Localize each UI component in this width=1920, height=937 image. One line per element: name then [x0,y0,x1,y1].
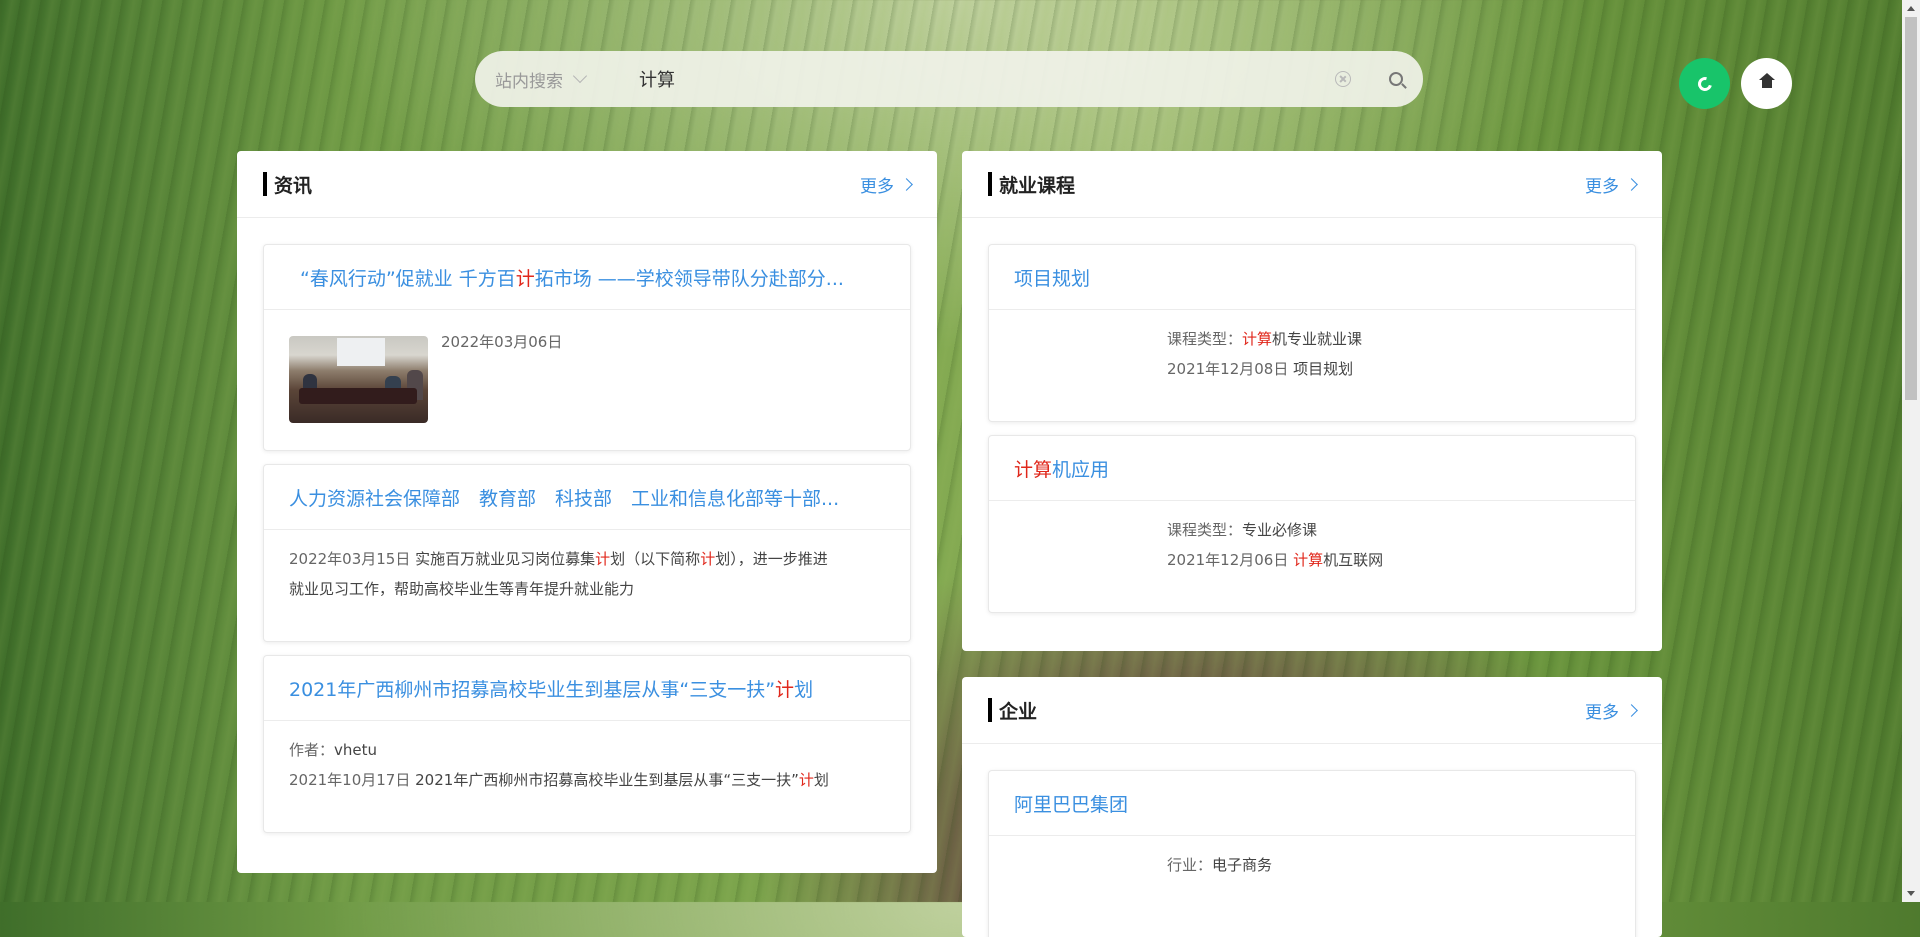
search-input[interactable] [637,67,1335,91]
title-accent-bar [988,698,992,722]
companies-panel-title-wrap: 企业 [988,697,1037,724]
news-card-title[interactable]: 人力资源社会保障部 教育部 科技部 工业和信息化部等十部... [264,465,910,530]
course-card[interactable]: 计算 机应用 课程类型：专业必修课 2021年12月06日 计算机互联网 [988,435,1636,613]
course-type-label: 课程类型： [1167,521,1243,539]
news-snippet: 就业见习工作，帮助高校毕业生等青年提升就业能力 [289,580,635,598]
course-date: 2021年12月08日 [1167,360,1289,378]
clear-icon[interactable] [1335,71,1351,87]
news-title-text: 2021年广西柳州市招募高校毕业生到基层从事“三支一扶” [289,678,776,701]
course-card[interactable]: 项目规划 课程类型：计算机专业就业课 2021年12月08日 项目规划 [988,244,1636,422]
course-desc: 机互联网 [1323,551,1384,569]
news-panel-header: 资讯 更多 [237,151,937,218]
companies-panel: 企业 更多 阿里巴巴集团 行业：电子商务 [962,677,1662,937]
course-card-title[interactable]: 计算 机应用 [989,436,1635,501]
course-type-label: 课程类型： [1167,330,1243,348]
scrollbar-thumb[interactable] [1905,17,1917,400]
news-title-text: 划 [794,678,814,701]
companies-more-label: 更多 [1585,702,1619,723]
companies-panel-header: 企业 更多 [962,677,1662,744]
course-card-body: 课程类型：专业必修课 2021年12月06日 计算机互联网 [989,501,1635,575]
keyword-highlight: 计 [515,267,535,290]
news-date: 2022年03月15日 [289,550,411,568]
news-title-text: “春风行动”促就业 千方百 [300,267,516,290]
news-card[interactable]: 人力资源社会保障部 教育部 科技部 工业和信息化部等十部... 2022年03月… [263,464,911,642]
industry-label: 行业： [1167,856,1213,874]
search-bar: 站内搜索 [475,51,1423,107]
course-type-value: 专业必修课 [1242,521,1318,539]
search-scope-select[interactable]: 站内搜索 [495,67,613,92]
courses-panel-title: 就业课程 [999,174,1076,197]
news-more-link[interactable]: 更多 [860,172,913,197]
scroll-down-arrow-icon[interactable] [1907,891,1915,896]
news-snippet: 划 [813,771,829,789]
industry-value: 电子商务 [1212,856,1273,874]
courses-panel-header: 就业课程 更多 [962,151,1662,218]
keyword-highlight: 计 [775,678,795,701]
news-snippet: 划（以下简称 [610,550,701,568]
title-accent-bar [263,172,267,196]
course-title: 项目规划 [1014,267,1091,290]
news-date: 2021年10月17日 [289,771,411,789]
keyword-highlight: 计 [595,550,611,568]
news-snippet: 实施百万就业见习岗位募集 [415,550,596,568]
search-icon[interactable] [1389,72,1403,86]
news-card[interactable]: 2021年广西柳州市招募高校毕业生到基层从事“三支一扶”计划 作者：vhetu … [263,655,911,833]
news-panel-title-wrap: 资讯 [263,171,312,198]
news-thumbnail[interactable] [289,336,428,423]
course-card-body: 课程类型：计算机专业就业课 2021年12月08日 项目规划 [989,310,1635,384]
chevron-down-icon [572,68,588,84]
news-card[interactable]: “春风行动”促就业 千方百计拓市场 ——学校领导带队分赴部分... 2022年0… [263,244,911,451]
news-title-text: 人力资源社会保障部 教育部 科技部 工业和信息化部等十部... [289,487,840,510]
company-card-title[interactable]: 阿里巴巴集团 [989,771,1635,836]
edge-icon [1694,73,1715,94]
news-card-body: 作者：vhetu 2021年10月17日 2021年广西柳州市招募高校毕业生到基… [264,721,910,795]
course-title: 机应用 [1052,458,1110,481]
keyword-highlight: 计 [700,550,716,568]
courses-more-link[interactable]: 更多 [1585,172,1638,197]
course-date: 2021年12月06日 [1167,551,1289,569]
page-scrollbar[interactable] [1902,0,1920,902]
course-card-title[interactable]: 项目规划 [989,245,1635,310]
edge-browser-button[interactable] [1679,58,1730,109]
news-more-label: 更多 [860,176,894,197]
news-date: 2022年03月06日 [441,333,563,351]
chevron-right-icon [900,177,913,191]
news-snippet: 划），进一步推进 [715,550,828,568]
news-snippet: 2021年广西柳州市招募高校毕业生到基层从事“三支一扶” [415,771,799,789]
author-name: vhetu [334,741,378,759]
home-icon [1758,72,1775,92]
news-card-title[interactable]: “春风行动”促就业 千方百计拓市场 ——学校领导带队分赴部分... [264,245,910,310]
company-title: 阿里巴巴集团 [1014,793,1129,816]
chevron-right-icon [1625,703,1638,717]
home-button[interactable] [1741,58,1792,109]
news-card-title[interactable]: 2021年广西柳州市招募高校毕业生到基层从事“三支一扶”计划 [264,656,910,721]
courses-more-label: 更多 [1585,176,1619,197]
news-panel-title: 资讯 [274,174,313,197]
keyword-highlight: 计算 [1242,330,1273,348]
news-card-body: 2022年03月15日 实施百万就业见习岗位募集计划（以下简称计划），进一步推进… [264,530,910,604]
course-type-value: 机专业就业课 [1272,330,1363,348]
company-card[interactable]: 阿里巴巴集团 行业：电子商务 [988,770,1636,937]
company-card-body: 行业：电子商务 [989,836,1635,880]
companies-panel-title: 企业 [999,700,1038,723]
news-panel: 资讯 更多 “春风行动”促就业 千方百计拓市场 ——学校领导带队分赴部分... … [237,151,937,873]
courses-panel: 就业课程 更多 项目规划 课程类型：计算机专业就业课 2021年12月08日 项… [962,151,1662,651]
author-label: 作者： [289,741,335,759]
news-title-text: 拓市场 ——学校领导带队分赴部分... [534,267,844,290]
keyword-highlight: 计算 [1014,458,1053,481]
courses-panel-title-wrap: 就业课程 [988,171,1075,198]
scroll-up-arrow-icon[interactable] [1907,6,1915,11]
course-desc: 项目规划 [1293,360,1354,378]
companies-more-link[interactable]: 更多 [1585,698,1638,723]
title-accent-bar [988,172,992,196]
keyword-highlight: 计算 [1293,551,1324,569]
chevron-right-icon [1625,177,1638,191]
keyword-highlight: 计 [798,771,814,789]
search-scope-label: 站内搜索 [495,71,563,92]
